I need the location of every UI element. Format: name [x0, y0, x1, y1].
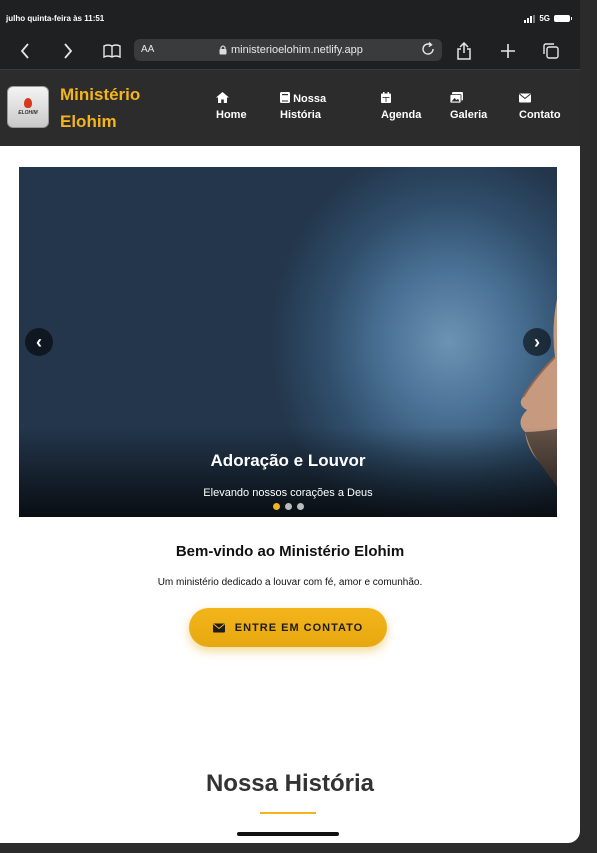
new-tab-icon[interactable]	[495, 38, 521, 64]
nav-agenda-label: Agenda	[381, 109, 422, 121]
envelope-icon	[519, 93, 531, 103]
back-icon[interactable]	[12, 38, 38, 64]
status-indicators: 5G	[524, 14, 572, 23]
carousel-indicators	[19, 503, 557, 510]
welcome-heading: Bem-vindo ao Ministério Elohim	[175, 543, 405, 560]
calendar-icon	[381, 92, 391, 103]
carousel-prev-button[interactable]: ‹	[25, 328, 53, 356]
brand-line-2: Elohim	[60, 112, 117, 131]
signal-icon	[524, 14, 536, 23]
nav-home-label: Home	[216, 109, 247, 121]
carousel-dot[interactable]	[272, 503, 280, 510]
nav-home[interactable]: Home	[216, 91, 247, 123]
nav-galeria-label: Galeria	[450, 109, 488, 121]
nav-galeria[interactable]: Galeria	[450, 91, 487, 123]
nav-nossa-historia[interactable]: Nossa História	[280, 91, 326, 123]
site-logo[interactable]: ELOHIM	[7, 86, 49, 128]
status-time: julho quinta-feira às 11:51	[6, 14, 105, 23]
heading-underline	[260, 812, 316, 814]
book-icon	[280, 92, 290, 103]
slide-subtitle: Elevando nossos corações a Deus	[203, 487, 373, 499]
home-icon	[216, 92, 229, 103]
hero-carousel[interactable]: ‹ › Adoração e Louvor Elevando nossos co…	[19, 167, 557, 517]
text-size-button[interactable]: AA	[141, 44, 154, 55]
brand-name[interactable]: Ministério Elohim	[60, 81, 170, 135]
page-content: ‹ › Adoração e Louvor Elevando nossos co…	[0, 146, 580, 843]
history-heading: Nossa História	[205, 770, 375, 797]
device-frame: julho quinta-feira às 11:51 5G AA minist…	[0, 0, 580, 843]
logo-text: ELOHIM	[18, 110, 38, 116]
tabs-icon[interactable]	[538, 38, 564, 64]
welcome-tagline: Um ministério dedicado a louvar com fé, …	[157, 577, 423, 588]
status-bar: julho quinta-feira às 11:51 5G	[0, 0, 580, 36]
network-label: 5G	[539, 14, 550, 23]
forward-icon[interactable]	[55, 38, 81, 64]
brand-line-1: Ministério	[60, 85, 141, 104]
share-icon[interactable]	[451, 38, 477, 64]
images-icon	[450, 92, 463, 103]
nav-agenda[interactable]: Agenda	[381, 91, 421, 123]
site-header: ELOHIM Ministério Elohim Home Nossa Hist…	[0, 69, 580, 146]
browser-toolbar: AA ministerioelohim.netlify.app	[0, 36, 580, 68]
url-text: ministerioelohim.netlify.app	[231, 44, 363, 56]
battery-icon	[554, 15, 572, 22]
cta-label: ENTRE EM CONTATO	[234, 621, 364, 634]
carousel-dot[interactable]	[296, 503, 304, 510]
nav-contato-label: Contato	[519, 109, 561, 121]
nav-historia-label-1: Nossa	[293, 93, 327, 105]
nav-contato[interactable]: Contato	[519, 91, 561, 123]
address-bar[interactable]: AA ministerioelohim.netlify.app	[134, 39, 442, 61]
contact-cta-button[interactable]: ENTRE EM CONTATO	[189, 608, 387, 647]
lock-icon	[219, 45, 227, 55]
envelope-icon	[212, 623, 225, 632]
slide-title: Adoração e Louvor	[210, 451, 366, 470]
flame-icon	[24, 98, 32, 108]
home-indicator[interactable]	[237, 832, 339, 836]
nav-historia-label-2: História	[280, 109, 321, 121]
reload-icon[interactable]	[420, 41, 436, 60]
carousel-dot[interactable]	[284, 503, 292, 510]
carousel-next-button[interactable]: ›	[523, 328, 551, 356]
bookmarks-icon[interactable]	[99, 38, 125, 64]
